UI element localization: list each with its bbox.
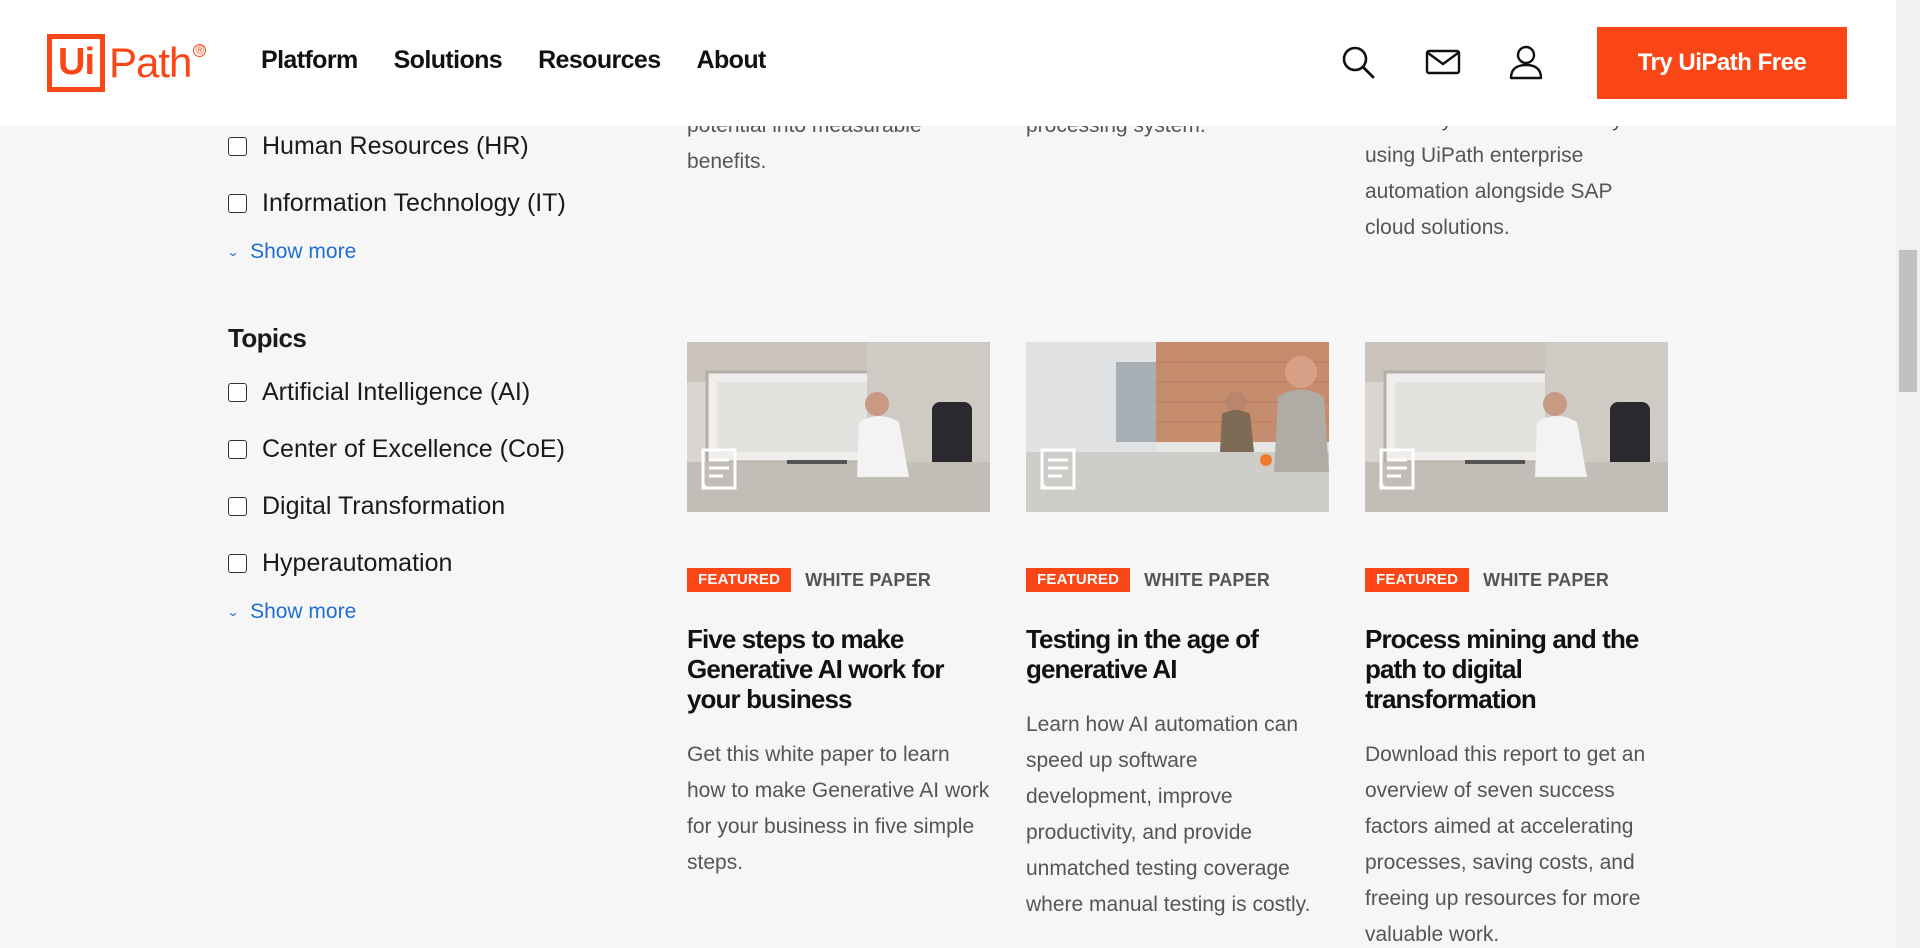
filter-digital-transformation[interactable]: Digital Transformation bbox=[228, 492, 505, 521]
search-icon[interactable] bbox=[1340, 44, 1376, 80]
content-type: WHITE PAPER bbox=[1144, 569, 1271, 590]
show-more-label: Show more bbox=[250, 240, 357, 263]
resource-card[interactable] bbox=[1026, 342, 1329, 512]
card-title[interactable]: Five steps to make Generative AI work fo… bbox=[687, 624, 990, 714]
filter-label: Center of Excellence (CoE) bbox=[262, 435, 565, 463]
uipath-logo[interactable]: Ui Path ® bbox=[47, 34, 207, 92]
checkbox[interactable] bbox=[228, 440, 247, 459]
user-icon[interactable] bbox=[1508, 44, 1544, 80]
card-tags: FEATURED WHITE PAPER bbox=[687, 568, 931, 592]
show-more-link[interactable]: ⌄ Show more bbox=[226, 600, 357, 624]
logo-wordmark: Path bbox=[109, 39, 192, 86]
checkbox[interactable] bbox=[228, 137, 247, 156]
checkbox[interactable] bbox=[228, 194, 247, 213]
checkbox[interactable] bbox=[228, 554, 247, 573]
featured-badge: FEATURED bbox=[687, 568, 792, 592]
show-more-label: Show more bbox=[250, 600, 357, 623]
filter-label: Digital Transformation bbox=[262, 492, 506, 520]
card-image[interactable] bbox=[687, 342, 990, 512]
registered-mark: ® bbox=[193, 44, 207, 57]
featured-badge: FEATURED bbox=[1365, 568, 1470, 592]
page-scrollbar[interactable] bbox=[1896, 0, 1920, 948]
resource-card[interactable] bbox=[1365, 342, 1668, 512]
card-image[interactable] bbox=[1026, 342, 1329, 512]
main-nav: Platform Solutions Resources About bbox=[261, 46, 766, 75]
filter-ai[interactable]: Artificial Intelligence (AI) bbox=[228, 378, 530, 407]
nav-solutions[interactable]: Solutions bbox=[394, 46, 503, 75]
content-type: WHITE PAPER bbox=[805, 569, 932, 590]
scrollbar-thumb[interactable] bbox=[1899, 250, 1917, 392]
card-description: Download this report to get an overview … bbox=[1365, 743, 1646, 946]
show-more-link[interactable]: ⌄ Show more bbox=[226, 240, 357, 264]
resource-card[interactable] bbox=[687, 342, 990, 512]
filter-label: Human Resources (HR) bbox=[262, 132, 529, 160]
card-title[interactable]: Process mining and the path to digital t… bbox=[1365, 624, 1668, 714]
filter-coe[interactable]: Center of Excellence (CoE) bbox=[228, 435, 565, 464]
nav-resources[interactable]: Resources bbox=[538, 46, 661, 75]
card-title[interactable]: Testing in the age of generative AI bbox=[1026, 624, 1329, 684]
card-description: Get this white paper to learn how to mak… bbox=[687, 743, 990, 874]
checkbox[interactable] bbox=[228, 497, 247, 516]
card-tags: FEATURED WHITE PAPER bbox=[1026, 568, 1270, 592]
featured-badge: FEATURED bbox=[1026, 568, 1131, 592]
filter-label: Artificial Intelligence (AI) bbox=[262, 378, 531, 406]
nav-platform[interactable]: Platform bbox=[261, 46, 358, 75]
chevron-down-icon: ⌄ bbox=[226, 605, 240, 619]
topics-heading: Topics bbox=[228, 323, 307, 353]
filter-hyperautomation[interactable]: Hyperautomation bbox=[228, 549, 452, 578]
try-uipath-free-button[interactable]: Try UiPath Free bbox=[1597, 27, 1847, 99]
filter-it[interactable]: Information Technology (IT) bbox=[228, 189, 566, 218]
content-type: WHITE PAPER bbox=[1483, 569, 1610, 590]
nav-about[interactable]: About bbox=[697, 46, 767, 75]
card-tags: FEATURED WHITE PAPER bbox=[1365, 568, 1609, 592]
logo-mark: Ui bbox=[47, 34, 105, 92]
card-description: Learn how AI automation can speed up sof… bbox=[1026, 713, 1311, 916]
card-image[interactable] bbox=[1365, 342, 1668, 512]
chevron-down-icon: ⌄ bbox=[226, 245, 240, 259]
mail-icon[interactable] bbox=[1425, 44, 1461, 80]
site-header: Ui Path ® Platform Solutions Resources A… bbox=[0, 0, 1896, 126]
filter-label: Hyperautomation bbox=[262, 549, 453, 577]
filter-label: Information Technology (IT) bbox=[262, 189, 566, 217]
checkbox[interactable] bbox=[228, 383, 247, 402]
filter-hr[interactable]: Human Resources (HR) bbox=[228, 132, 529, 161]
